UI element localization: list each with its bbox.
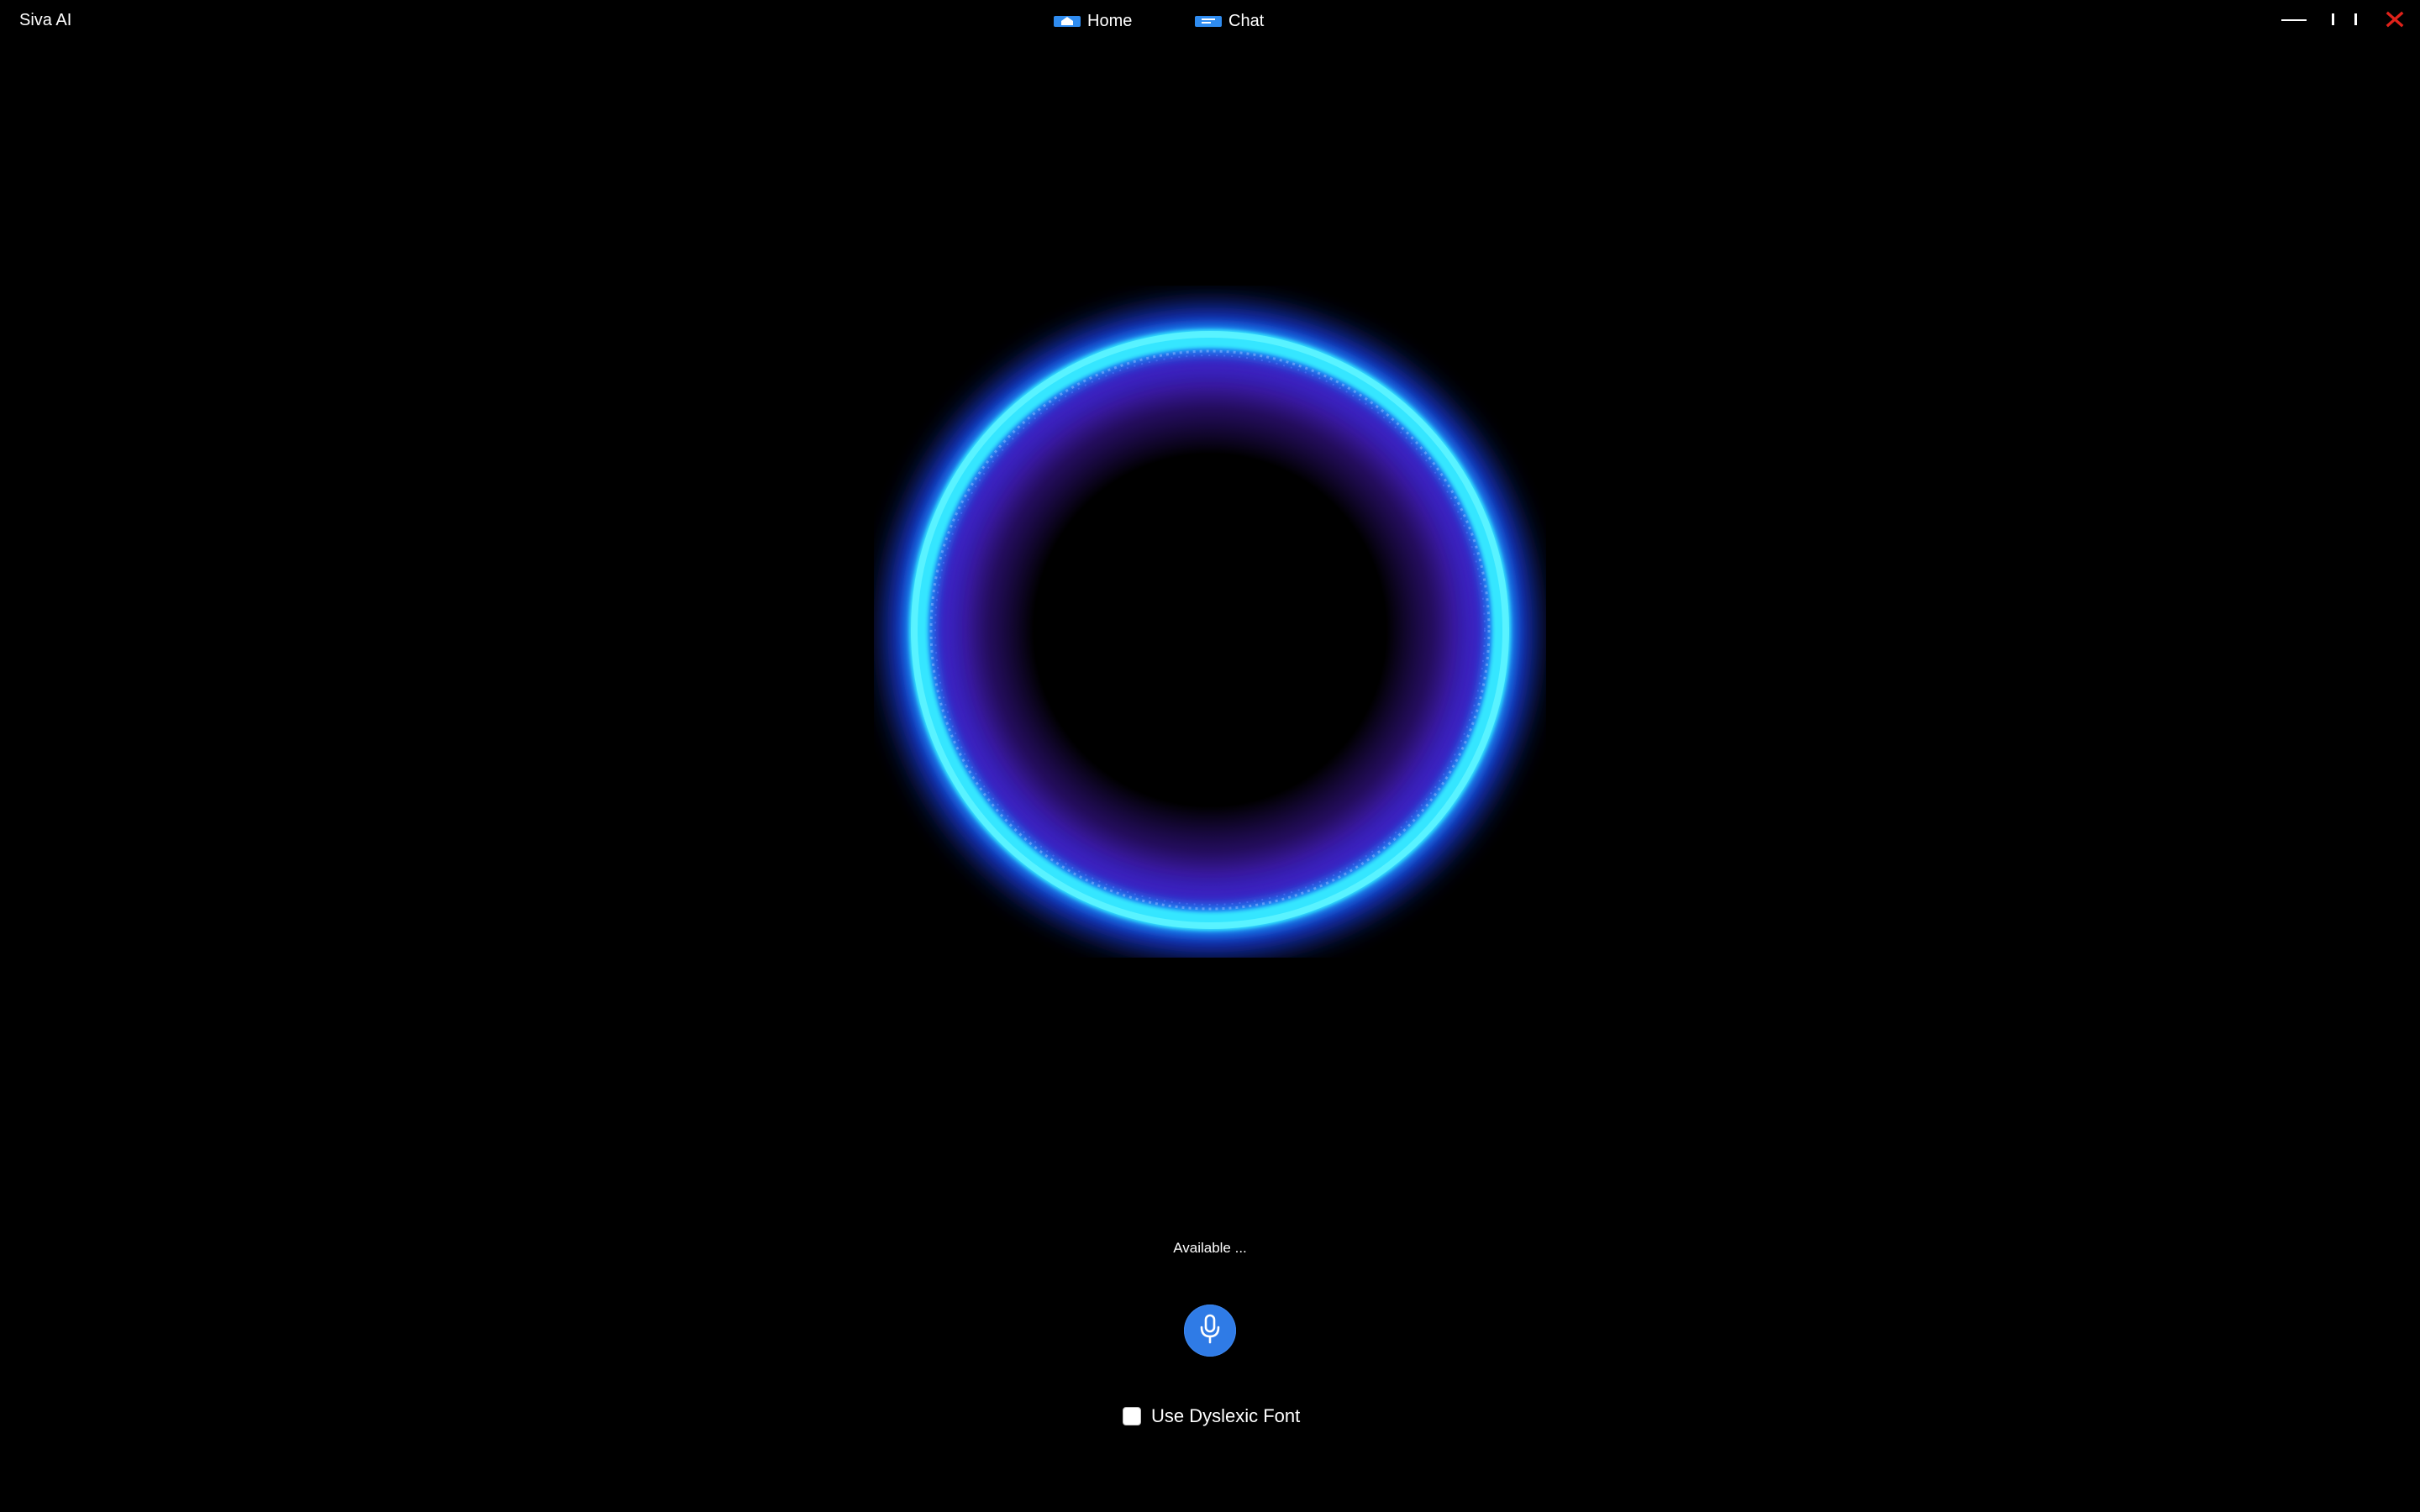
minimize-button[interactable] <box>2269 0 2319 40</box>
maximize-button[interactable] <box>2319 0 2370 40</box>
nav-home-label: Home <box>1087 12 1133 30</box>
nav-chat-label: Chat <box>1228 12 1265 30</box>
app-title: Siva AI <box>19 11 72 29</box>
dyslexic-font-toggle[interactable]: Use Dyslexic Font <box>1123 1403 1300 1430</box>
assistant-orb <box>874 286 1546 958</box>
dyslexic-font-label: Use Dyslexic Font <box>1151 1405 1301 1426</box>
microphone-icon <box>1197 1314 1223 1348</box>
nav-home[interactable]: Home <box>1054 0 1195 40</box>
title-bar: Siva AI Home Chat <box>0 0 2420 40</box>
microphone-button[interactable] <box>1184 1305 1236 1357</box>
chat-icon <box>1195 15 1222 27</box>
minimize-icon <box>2281 10 2307 31</box>
close-button[interactable] <box>2370 0 2420 40</box>
dyslexic-font-checkbox[interactable] <box>1123 1407 1141 1425</box>
close-icon <box>2386 9 2404 32</box>
top-nav: Home Chat <box>1054 0 1296 40</box>
assistant-status: Available ... <box>1173 1240 1247 1256</box>
nav-chat[interactable]: Chat <box>1195 0 1296 40</box>
home-icon <box>1054 15 1081 27</box>
window-controls <box>2269 0 2420 40</box>
app-window: Siva AI Home Chat Available ... Use Dysl… <box>0 0 2420 1512</box>
maximize-icon <box>2330 10 2359 31</box>
